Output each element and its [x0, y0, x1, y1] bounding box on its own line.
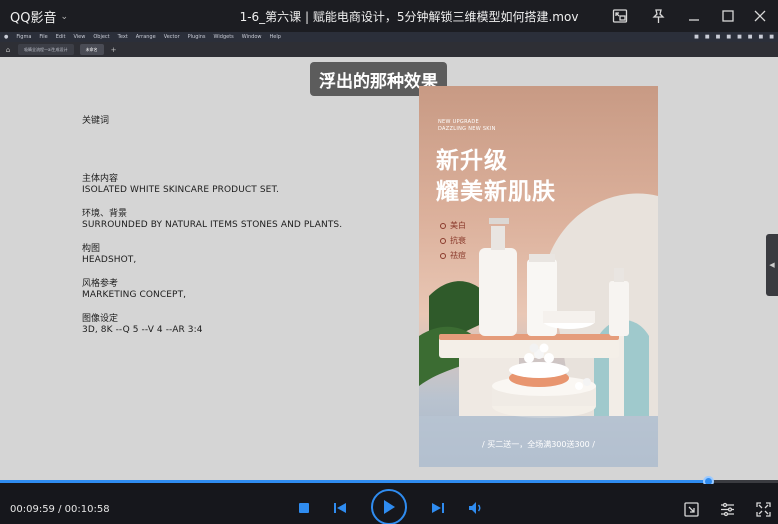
poster-tagline: NEW UPGRADE	[438, 119, 479, 125]
next-icon	[432, 503, 444, 513]
poster-feature: 祛痘	[440, 250, 466, 261]
previous-icon	[334, 503, 346, 513]
check-circle-icon	[440, 252, 446, 259]
plus-icon: +	[110, 45, 117, 54]
poster-feature-label: 抗衰	[450, 236, 466, 245]
menubar-item: Plugins	[187, 34, 206, 40]
recorded-menu-bar: ● Figma File Edit View Object Text Arran…	[0, 32, 778, 42]
prompt-value: MARKETING CONCEPT,	[82, 290, 187, 300]
previous-button[interactable]	[331, 500, 349, 516]
prompt-value: 3D, 8K --Q 5 --V 4 --AR 3:4	[82, 325, 203, 335]
apple-icon: ●	[4, 34, 9, 40]
next-button[interactable]	[429, 500, 447, 516]
screenshot-icon	[683, 501, 699, 517]
side-panel-handle[interactable]: ◀	[766, 234, 778, 296]
menubar-status-icons: ■ ■ ■ ■ ■ ■ ■ ■	[694, 34, 774, 40]
poster-promo-text: / 买二送一，全场满300送300 /	[481, 440, 595, 449]
fullscreen-icon	[755, 501, 771, 517]
playback-controls: 00:09:59 / 00:10:58	[0, 484, 778, 524]
poster-tagline: DAZZLING NEW SKIN	[438, 126, 496, 132]
pin-icon[interactable]	[648, 6, 668, 26]
skincare-poster-image: NEW UPGRADE DAZZLING NEW SKIN 新升级 耀美新肌肤 …	[419, 86, 658, 467]
play-icon	[384, 500, 395, 514]
poster-feature: 抗衰	[440, 235, 466, 246]
close-icon[interactable]	[750, 6, 770, 26]
prompt-value: SURROUNDED BY NATURAL ITEMS STONES AND P…	[82, 220, 343, 230]
chevron-left-icon: ◀	[769, 261, 775, 269]
prompt-label: 构图	[82, 244, 101, 254]
check-circle-icon	[440, 237, 446, 244]
menubar-item: Text	[117, 34, 128, 40]
maximize-icon[interactable]	[718, 6, 738, 26]
prompt-label: 主体内容	[82, 174, 119, 184]
play-button[interactable]	[371, 489, 407, 524]
stop-icon	[299, 503, 309, 513]
menubar-item: Window	[241, 34, 262, 40]
settings-sliders-icon	[720, 502, 734, 516]
home-icon: ⌂	[5, 45, 11, 54]
prompt-value: ISOLATED WHITE SKINCARE PRODUCT SET.	[82, 185, 279, 195]
volume-icon	[469, 502, 481, 514]
menubar-item: Widgets	[213, 34, 234, 40]
menubar-item: Arrange	[135, 34, 156, 40]
settings-button[interactable]	[718, 500, 736, 518]
menubar-item: Vector	[163, 34, 180, 40]
menubar-item: File	[39, 34, 48, 40]
minimize-icon[interactable]	[684, 6, 704, 26]
video-frame[interactable]: ● Figma File Edit View Object Text Arran…	[0, 32, 778, 480]
recorded-tab-active: 未命名	[79, 44, 104, 55]
fullscreen-button[interactable]	[754, 500, 772, 518]
poster-headline: 耀美新肌肤	[436, 179, 556, 205]
volume-button[interactable]	[467, 500, 485, 516]
menubar-item: Help	[269, 34, 281, 40]
menubar-item: View	[73, 34, 86, 40]
menubar-item: Figma	[16, 34, 32, 40]
seek-progress	[0, 480, 708, 483]
prompt-document: 关键词 主体内容 ISOLATED WHITE SKINCARE PRODUCT…	[82, 116, 382, 349]
prompt-label: 图像设定	[82, 314, 119, 324]
screenshot-button[interactable]	[682, 500, 700, 518]
title-bar: QQ影音 ⌄ 1-6_第六课 | 赋能电商设计，5分钟解锁三维模型如何搭建.mo…	[0, 0, 778, 32]
check-circle-icon	[440, 222, 446, 229]
menubar-item: Object	[93, 34, 110, 40]
stop-button[interactable]	[296, 500, 312, 516]
menubar-item: Edit	[55, 34, 66, 40]
prompt-value: HEADSHOT,	[82, 255, 137, 265]
poster-feature-label: 美白	[450, 221, 466, 230]
prompt-label: 风格参考	[82, 279, 119, 289]
time-readout: 00:09:59 / 00:10:58	[10, 504, 110, 515]
poster-feature-label: 祛痘	[450, 251, 466, 260]
video-player-window: QQ影音 ⌄ 1-6_第六课 | 赋能电商设计，5分钟解锁三维模型如何搭建.mo…	[0, 0, 778, 524]
picture-in-picture-icon[interactable]	[610, 6, 630, 26]
recorded-tab: 吸睛全流程—ai生成设计	[18, 44, 74, 55]
prompt-label: 环境、背景	[82, 209, 128, 219]
keyword-heading: 关键词	[82, 116, 110, 126]
poster-headline: 新升级	[436, 148, 508, 174]
recorded-tab-bar: ⌂ 吸睛全流程—ai生成设计 未命名 +	[0, 42, 778, 57]
poster-feature: 美白	[440, 220, 466, 231]
